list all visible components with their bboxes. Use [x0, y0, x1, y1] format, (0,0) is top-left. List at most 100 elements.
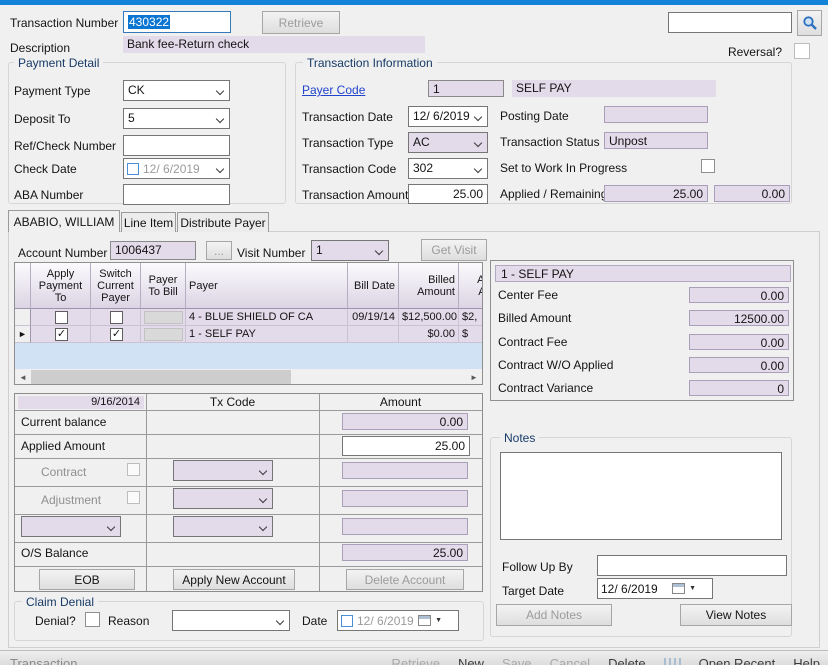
- denial-label: Denial?: [35, 614, 76, 628]
- check-date-checkbox[interactable]: [127, 163, 139, 175]
- transaction-amount-input[interactable]: 25.00: [408, 184, 488, 204]
- view-notes-button[interactable]: View Notes: [680, 604, 792, 626]
- transaction-info-title: Transaction Information: [303, 56, 437, 70]
- transaction-date-combo[interactable]: 12/ 6/2019: [408, 106, 488, 127]
- payer-cell[interactable]: 4 - BLUE SHIELD OF CA: [186, 309, 348, 326]
- get-visit-button[interactable]: Get Visit: [421, 239, 487, 261]
- applied-amount-input[interactable]: 25.00: [342, 436, 470, 456]
- apply-payment-checkbox[interactable]: [55, 311, 68, 324]
- apply-new-account-button[interactable]: Apply New Account: [173, 569, 295, 590]
- transaction-amount-label: Transaction Amount: [302, 188, 408, 202]
- current-balance-label: Current balance: [21, 415, 106, 429]
- tab-line-item[interactable]: Line Item: [121, 212, 176, 232]
- status-action-cancel[interactable]: Cancel: [550, 656, 590, 665]
- extra-row-type-combo[interactable]: [21, 516, 121, 537]
- col-header-bill-date[interactable]: Bill Date: [348, 263, 399, 309]
- transaction-code-label: Transaction Code: [302, 162, 396, 176]
- notes-textarea[interactable]: [500, 452, 782, 540]
- adjustment-tx-code-combo[interactable]: [173, 488, 273, 509]
- tab-distribute-payer[interactable]: Distribute Payer: [177, 212, 269, 232]
- scrollbar-thumb[interactable]: [31, 370, 291, 384]
- calendar-icon: [672, 583, 685, 594]
- reversal-checkbox[interactable]: [794, 43, 810, 59]
- posting-date-field: [604, 106, 708, 123]
- deposit-to-combo[interactable]: 5: [123, 108, 230, 129]
- account-browse-button[interactable]: ...: [206, 241, 232, 260]
- status-action-save[interactable]: Save: [502, 656, 532, 665]
- col-header-billed-amount[interactable]: Billed Amount: [399, 263, 459, 309]
- ref-check-number-input[interactable]: [123, 135, 230, 156]
- status-action-open-recent[interactable]: Open Recent: [699, 656, 776, 665]
- contract-amount-field[interactable]: [342, 462, 468, 479]
- col-header-apply-payment-to[interactable]: Apply Payment To: [31, 263, 91, 309]
- billed-amount-cell[interactable]: $0.00: [399, 326, 459, 343]
- retrieve-button[interactable]: Retrieve: [262, 11, 340, 34]
- transaction-type-combo[interactable]: AC: [408, 132, 488, 153]
- remaining-field: 0.00: [714, 185, 790, 202]
- col-header-switch-current-payer[interactable]: Switch Current Payer: [91, 263, 141, 309]
- adjustment-amount-field[interactable]: [342, 490, 468, 507]
- payer-cell[interactable]: 1 - SELF PAY: [186, 326, 348, 343]
- bill-date-cell[interactable]: [348, 326, 399, 343]
- amount-applied-cell[interactable]: $: [459, 326, 483, 343]
- tab-patient[interactable]: ABABIO, WILLIAM: [8, 210, 120, 232]
- horizontal-scrollbar[interactable]: ◄ ►: [15, 369, 482, 385]
- chevron-down-icon: ▼: [435, 617, 442, 624]
- aba-number-input[interactable]: [123, 184, 230, 205]
- apply-payment-checkbox[interactable]: ✓: [55, 328, 68, 341]
- adjustment-checkbox[interactable]: [127, 491, 140, 504]
- status-action-help[interactable]: Help: [793, 656, 820, 665]
- window-accent-bar: [0, 0, 828, 5]
- col-header-amount-applied[interactable]: Amount Applied: [459, 263, 483, 309]
- visit-number-combo[interactable]: 1: [311, 240, 389, 261]
- payer-code-link[interactable]: Payer Code: [302, 83, 365, 97]
- denial-checkbox[interactable]: [85, 612, 100, 627]
- amount-applied-cell[interactable]: $2,: [459, 309, 483, 326]
- contract-wo-applied-field: 0.00: [689, 357, 789, 373]
- status-action-new[interactable]: New: [458, 656, 484, 665]
- work-in-progress-checkbox[interactable]: [701, 159, 715, 173]
- denial-date-picker[interactable]: 12/ 6/2019 ▼: [337, 610, 459, 631]
- search-button[interactable]: [797, 10, 822, 36]
- search-input[interactable]: [668, 12, 792, 33]
- target-date-picker[interactable]: 12/ 6/2019 ▼: [597, 578, 713, 599]
- status-action-retrieve[interactable]: Retrieve: [392, 656, 440, 665]
- add-notes-button[interactable]: Add Notes: [496, 604, 612, 626]
- contract-tx-code-combo[interactable]: [173, 460, 273, 481]
- check-date-picker[interactable]: 12/ 6/2019: [123, 158, 230, 179]
- denial-date-checkbox[interactable]: [341, 615, 353, 627]
- contract-fee-field: 0.00: [689, 334, 789, 350]
- transaction-number-input[interactable]: 430322: [123, 11, 231, 33]
- payer-to-bill-box[interactable]: [144, 311, 183, 324]
- eob-button[interactable]: EOB: [39, 569, 135, 590]
- extra-row-tx-code-combo[interactable]: [173, 516, 273, 537]
- ref-check-number-label: Ref/Check Number: [14, 139, 116, 153]
- row-selector-cell[interactable]: ►: [15, 326, 31, 343]
- switch-payer-checkbox[interactable]: ✓: [110, 328, 123, 341]
- extra-row-amount-field[interactable]: [342, 518, 468, 535]
- col-header-payer-to-bill[interactable]: Payer To Bill: [141, 263, 186, 309]
- col-header-payer[interactable]: Payer: [186, 263, 348, 309]
- account-number-field[interactable]: 1006437: [110, 241, 196, 260]
- denial-reason-combo[interactable]: [172, 610, 290, 631]
- status-bar-context-label: Transaction: [10, 656, 77, 665]
- status-action-delete[interactable]: Delete: [608, 656, 646, 665]
- switch-payer-checkbox[interactable]: [110, 311, 123, 324]
- applied-remaining-label: Applied / Remaining: [500, 187, 607, 201]
- follow-up-by-input[interactable]: [597, 555, 787, 576]
- payer-panel-title: 1 - SELF PAY: [495, 265, 791, 282]
- delete-account-button[interactable]: Delete Account: [346, 569, 464, 590]
- transaction-code-combo[interactable]: 302: [408, 158, 488, 179]
- target-date-value: 12/ 6/2019: [601, 582, 658, 596]
- contract-checkbox[interactable]: [127, 463, 140, 476]
- payment-type-combo[interactable]: CK: [123, 80, 230, 101]
- follow-up-by-label: Follow Up By: [502, 560, 573, 574]
- row-selector-cell[interactable]: [15, 309, 31, 326]
- billed-amount-cell[interactable]: $12,500.00: [399, 309, 459, 326]
- calendar-icon: [418, 615, 431, 626]
- payer-to-bill-box[interactable]: [144, 328, 183, 341]
- scroll-left-icon[interactable]: ◄: [15, 370, 31, 384]
- scroll-right-icon[interactable]: ►: [466, 370, 482, 384]
- bill-date-cell[interactable]: 09/19/14: [348, 309, 399, 326]
- notes-title: Notes: [500, 431, 539, 445]
